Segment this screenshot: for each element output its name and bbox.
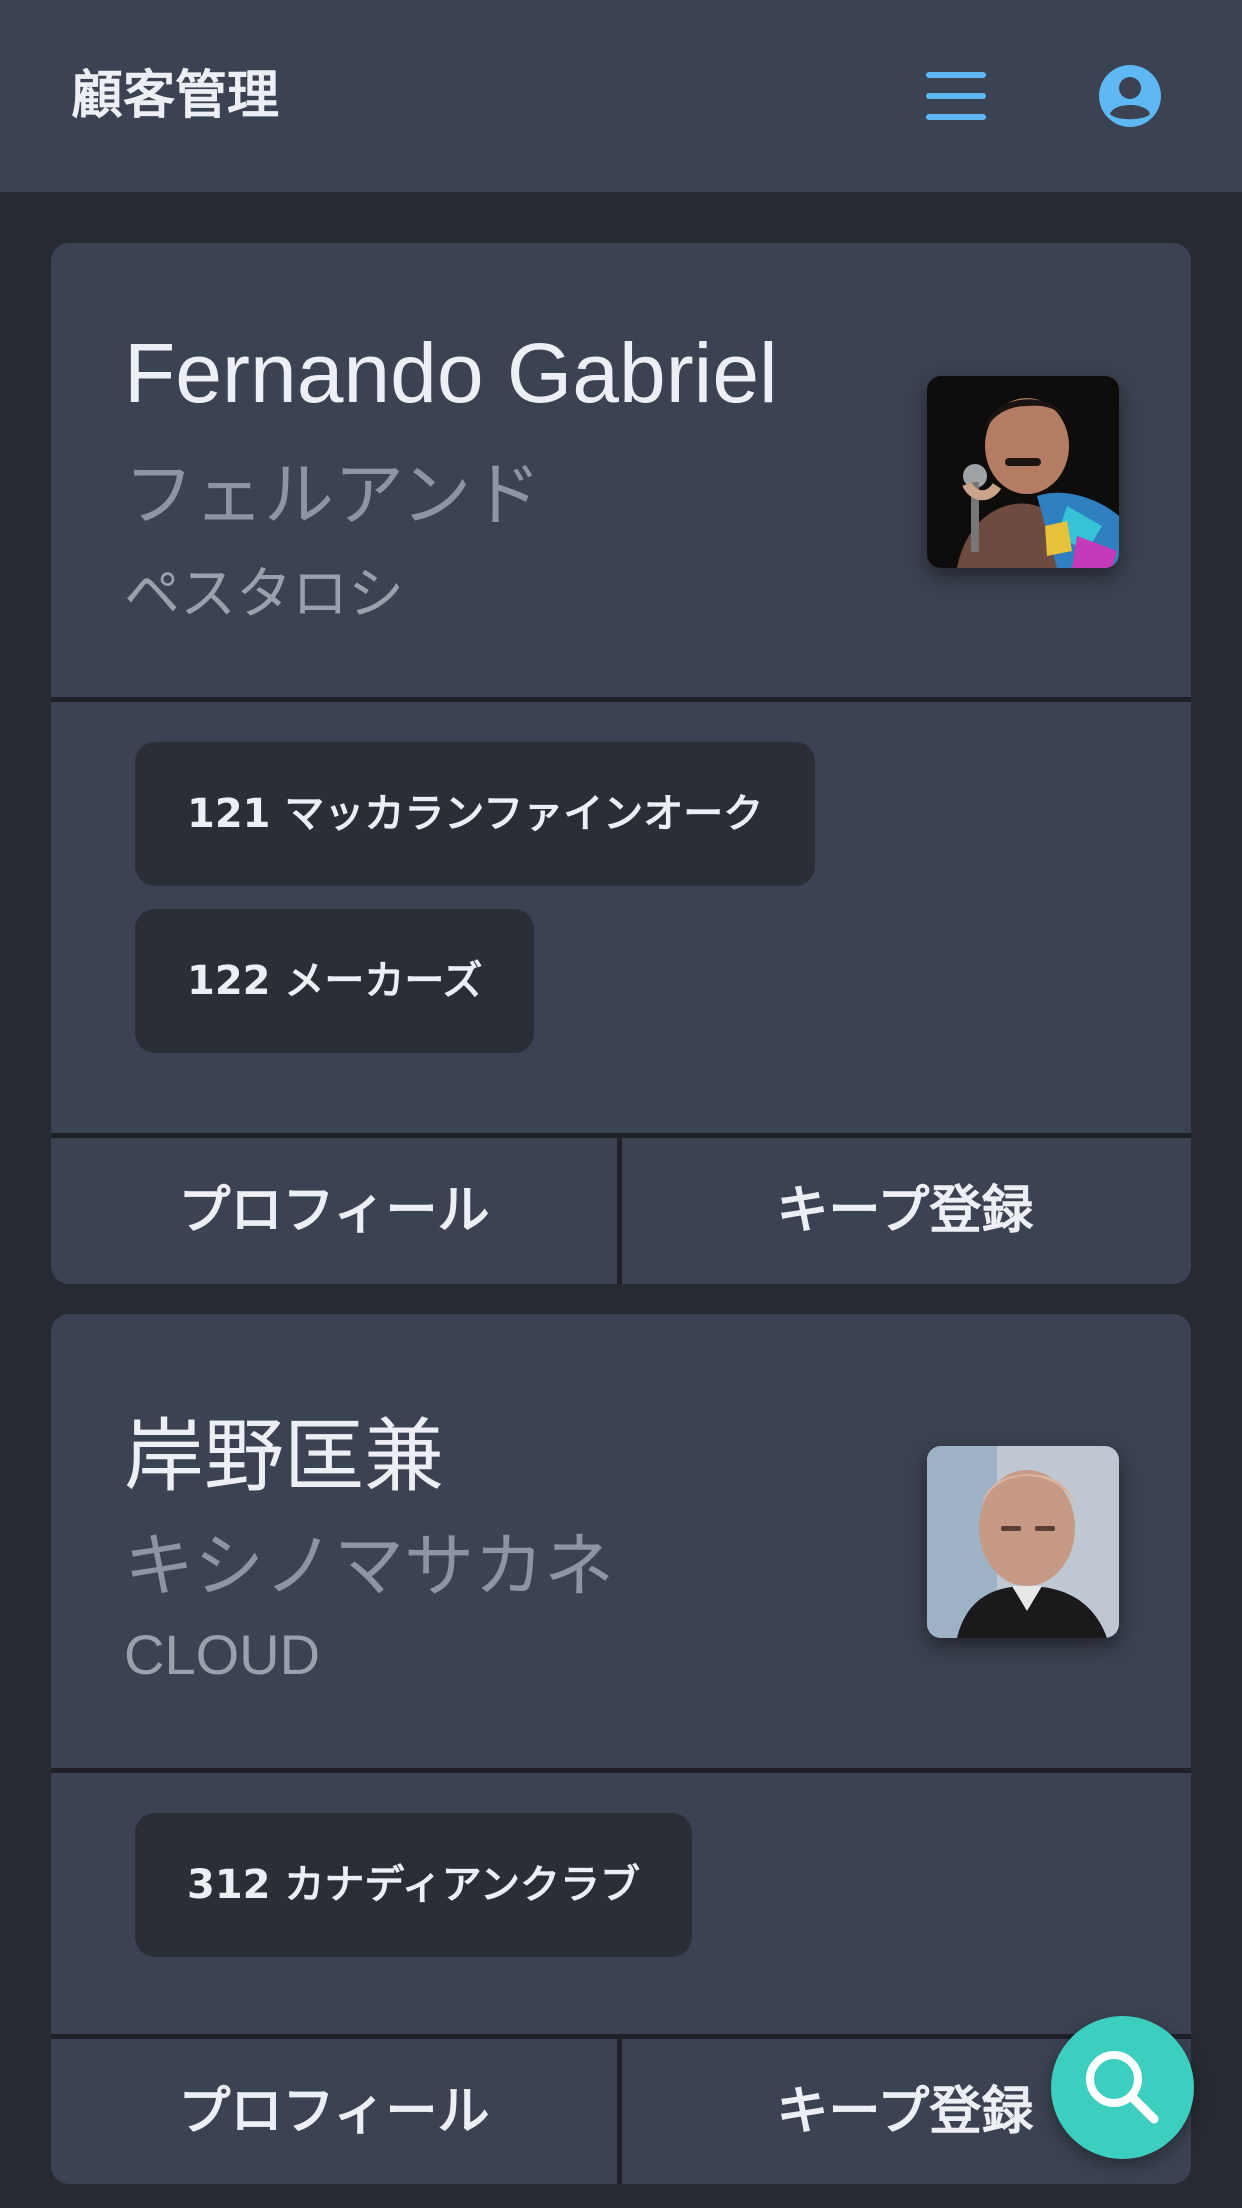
customer-photo[interactable] xyxy=(927,376,1119,568)
card-actions: プロフィール キープ登録 xyxy=(51,1138,1191,1284)
customer-card: 岸野匡兼 キシノマサカネ CLOUD 312 カナディアンクラブ プロフィール … xyxy=(51,1314,1191,2184)
search-icon xyxy=(1086,2051,1159,2124)
customer-name-kana: フェルアンド xyxy=(124,454,542,536)
customer-subtitle: CLOUD xyxy=(124,1623,321,1686)
search-fab-button[interactable] xyxy=(1051,2016,1194,2159)
account-button[interactable] xyxy=(1098,64,1162,128)
keep-item-tag[interactable]: 121 マッカランファインオーク xyxy=(135,742,816,886)
profile-button[interactable]: プロフィール xyxy=(51,2039,617,2184)
customer-subtitle: ペスタロシ xyxy=(124,562,404,625)
card-divider xyxy=(51,1768,1191,1773)
card-actions: プロフィール キープ登録 xyxy=(51,2039,1191,2184)
menu-button[interactable] xyxy=(920,62,992,130)
customer-name-kana: キシノマサカネ xyxy=(124,1525,614,1607)
card-divider xyxy=(51,697,1191,702)
app-title: 顧客管理 xyxy=(71,66,280,126)
keep-register-button[interactable]: キープ登録 xyxy=(622,1138,1188,1284)
profile-button[interactable]: プロフィール xyxy=(51,1138,617,1284)
customer-photo[interactable] xyxy=(927,1446,1119,1638)
keep-item-tag[interactable]: 122 メーカーズ xyxy=(135,909,535,1053)
keep-item-tag[interactable]: 312 カナディアンクラブ xyxy=(135,1813,693,1957)
customer-name: 岸野匡兼 xyxy=(124,1410,444,1503)
user-circle-icon xyxy=(1099,65,1161,127)
customer-card: Fernando Gabriel フェルアンド ペスタロシ 121 マッカランフ… xyxy=(51,243,1191,1284)
app-header: 顧客管理 xyxy=(0,0,1242,192)
customer-name: Fernando Gabriel xyxy=(124,326,778,420)
